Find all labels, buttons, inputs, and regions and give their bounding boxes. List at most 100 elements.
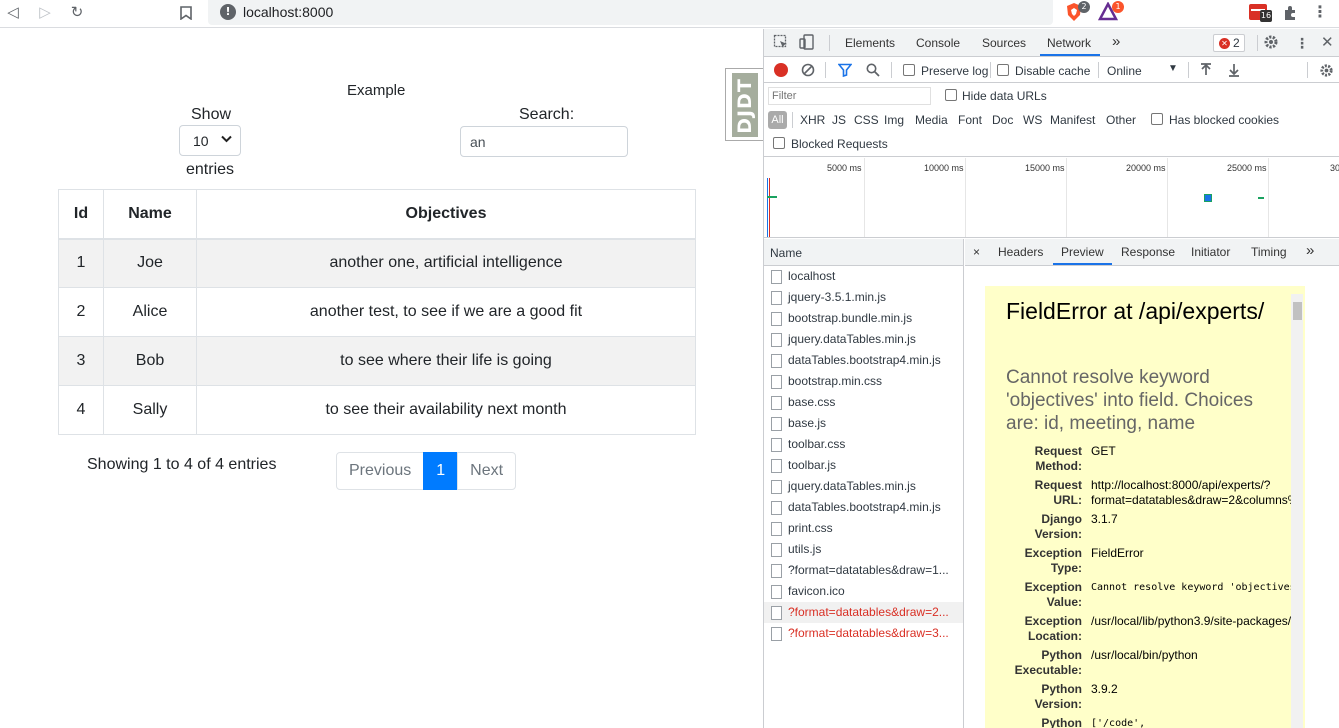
request-row[interactable]: ?format=datatables&draw=2... [764,602,963,623]
tab-console[interactable]: Console [916,36,960,50]
column-header-id[interactable]: Id [58,189,104,240]
hide-data-urls-checkbox[interactable] [945,89,957,101]
error-count-badge[interactable]: ✕ 2 [1213,34,1245,52]
disable-cache-checkbox[interactable] [997,64,1009,76]
network-timeline-overview[interactable]: 5000 ms 10000 ms 15000 ms 20000 ms 25000… [764,158,1339,238]
name-column-header[interactable]: Name [764,239,963,266]
record-icon[interactable] [774,63,788,77]
tab-sources[interactable]: Sources [982,36,1026,50]
request-row[interactable]: bootstrap.bundle.min.js [764,308,963,329]
type-filter-css[interactable]: CSS [854,113,879,127]
import-har-icon[interactable] [1200,63,1212,80]
site-info-icon[interactable]: ! [220,4,236,20]
django-debug-toolbar-handle[interactable]: DJDT [725,68,763,141]
browser-menu-icon[interactable]: ⋮ [1308,2,1332,24]
tab-headers[interactable]: Headers [998,245,1043,259]
device-toolbar-icon[interactable] [799,34,815,54]
cell-id: 2 [58,287,104,337]
file-icon [771,606,782,620]
cell-id: 3 [58,336,104,386]
type-filter-img[interactable]: Img [884,113,904,127]
request-row[interactable]: jquery.dataTables.min.js [764,476,963,497]
type-filter-manifest[interactable]: Manifest [1050,113,1095,127]
previous-page-button[interactable]: Previous [336,452,425,490]
tab-network[interactable]: Network [1047,36,1091,50]
calendar-extension-icon[interactable]: 16 [1248,2,1272,22]
filter-funnel-icon[interactable] [837,63,853,80]
column-header-name[interactable]: Name [103,189,197,240]
reload-icon[interactable]: ↻ [65,2,89,24]
preview-scrollbar[interactable] [1291,294,1303,728]
next-page-button[interactable]: Next [457,452,517,490]
request-row[interactable]: favicon.ico [764,581,963,602]
tab-timing[interactable]: Timing [1251,245,1287,259]
caret-down-icon[interactable]: ▼ [1168,63,1178,74]
type-filter-doc[interactable]: Doc [992,113,1013,127]
filter-input[interactable] [768,87,931,105]
type-filter-js[interactable]: JS [832,113,846,127]
type-filter-other[interactable]: Other [1106,113,1136,127]
back-icon[interactable]: ◁ [1,2,25,24]
forward-icon[interactable]: ▷ [33,2,57,24]
export-har-icon[interactable] [1228,63,1240,80]
request-row[interactable]: localhost [764,266,963,287]
type-filter-ws[interactable]: WS [1023,113,1042,127]
request-row[interactable]: bootstrap.min.css [764,371,963,392]
type-filter-font[interactable]: Font [958,113,982,127]
bookmark-icon[interactable] [174,2,198,24]
disable-cache-label: Disable cache [1015,64,1091,78]
request-row[interactable]: ?format=datatables&draw=1... [764,560,963,581]
close-detail-icon[interactable]: × [973,245,980,259]
request-row[interactable]: print.css [764,518,963,539]
request-row[interactable]: utils.js [764,539,963,560]
entries-per-page-select[interactable]: 10 [179,125,241,156]
tab-initiator[interactable]: Initiator [1191,245,1230,259]
search-input[interactable] [460,126,628,157]
entries-select-value: 10 [193,133,209,149]
scrollbar-thumb[interactable] [1293,302,1302,320]
request-row[interactable]: jquery-3.5.1.min.js [764,287,963,308]
extensions-puzzle-icon[interactable] [1278,2,1302,24]
more-detail-tabs-icon[interactable]: » [1306,242,1314,259]
load-marker [769,178,770,237]
page-1-button[interactable]: 1 [423,452,459,490]
preview-detail-key: Python [985,716,1082,728]
has-blocked-cookies-checkbox[interactable] [1151,113,1163,125]
brave-rewards-icon[interactable]: 1 [1097,1,1124,22]
throttling-select[interactable]: Online [1107,64,1142,78]
column-header-objectives[interactable]: Objectives [196,189,696,240]
brave-shields-icon[interactable]: 2 [1064,1,1090,22]
tab-preview[interactable]: Preview [1061,245,1104,259]
address-bar[interactable]: ! localhost:8000 [208,0,1053,25]
search-icon[interactable] [866,63,880,80]
djdt-logo-box: DJDT [732,73,758,137]
inspect-element-icon[interactable] [773,34,789,54]
request-row[interactable]: base.css [764,392,963,413]
timeline-tick-label: 300 [1330,163,1339,173]
request-row[interactable]: ?format=datatables&draw=3... [764,623,963,644]
more-tabs-icon[interactable]: » [1112,33,1120,50]
clear-icon[interactable] [801,63,815,80]
tab-elements[interactable]: Elements [845,36,895,50]
tab-response[interactable]: Response [1121,245,1175,259]
type-filter-media[interactable]: Media [915,113,948,127]
type-filter-xhr[interactable]: XHR [800,113,825,127]
blocked-requests-checkbox[interactable] [773,137,785,149]
type-filter-all[interactable]: All [768,111,787,129]
request-row[interactable]: toolbar.css [764,434,963,455]
settings-gear-icon[interactable] [1263,34,1279,54]
preserve-log-checkbox[interactable] [903,64,915,76]
request-row[interactable]: toolbar.js [764,455,963,476]
devtools-menu-icon[interactable]: ⋮ [1295,34,1309,52]
request-row[interactable]: base.js [764,413,963,434]
preview-detail-value-line: FieldError [1091,546,1144,560]
divider [1307,62,1308,78]
network-settings-gear-icon[interactable] [1319,63,1334,81]
cell-name: Joe [103,238,197,288]
request-row[interactable]: dataTables.bootstrap4.min.js [764,497,963,518]
request-row[interactable]: jquery.dataTables.min.js [764,329,963,350]
request-row[interactable]: dataTables.bootstrap4.min.js [764,350,963,371]
dom-content-loaded-marker [767,178,768,237]
preview-detail-value: http://localhost:8000/api/experts/? forma… [1091,478,1298,508]
close-devtools-icon[interactable]: ✕ [1321,34,1334,52]
